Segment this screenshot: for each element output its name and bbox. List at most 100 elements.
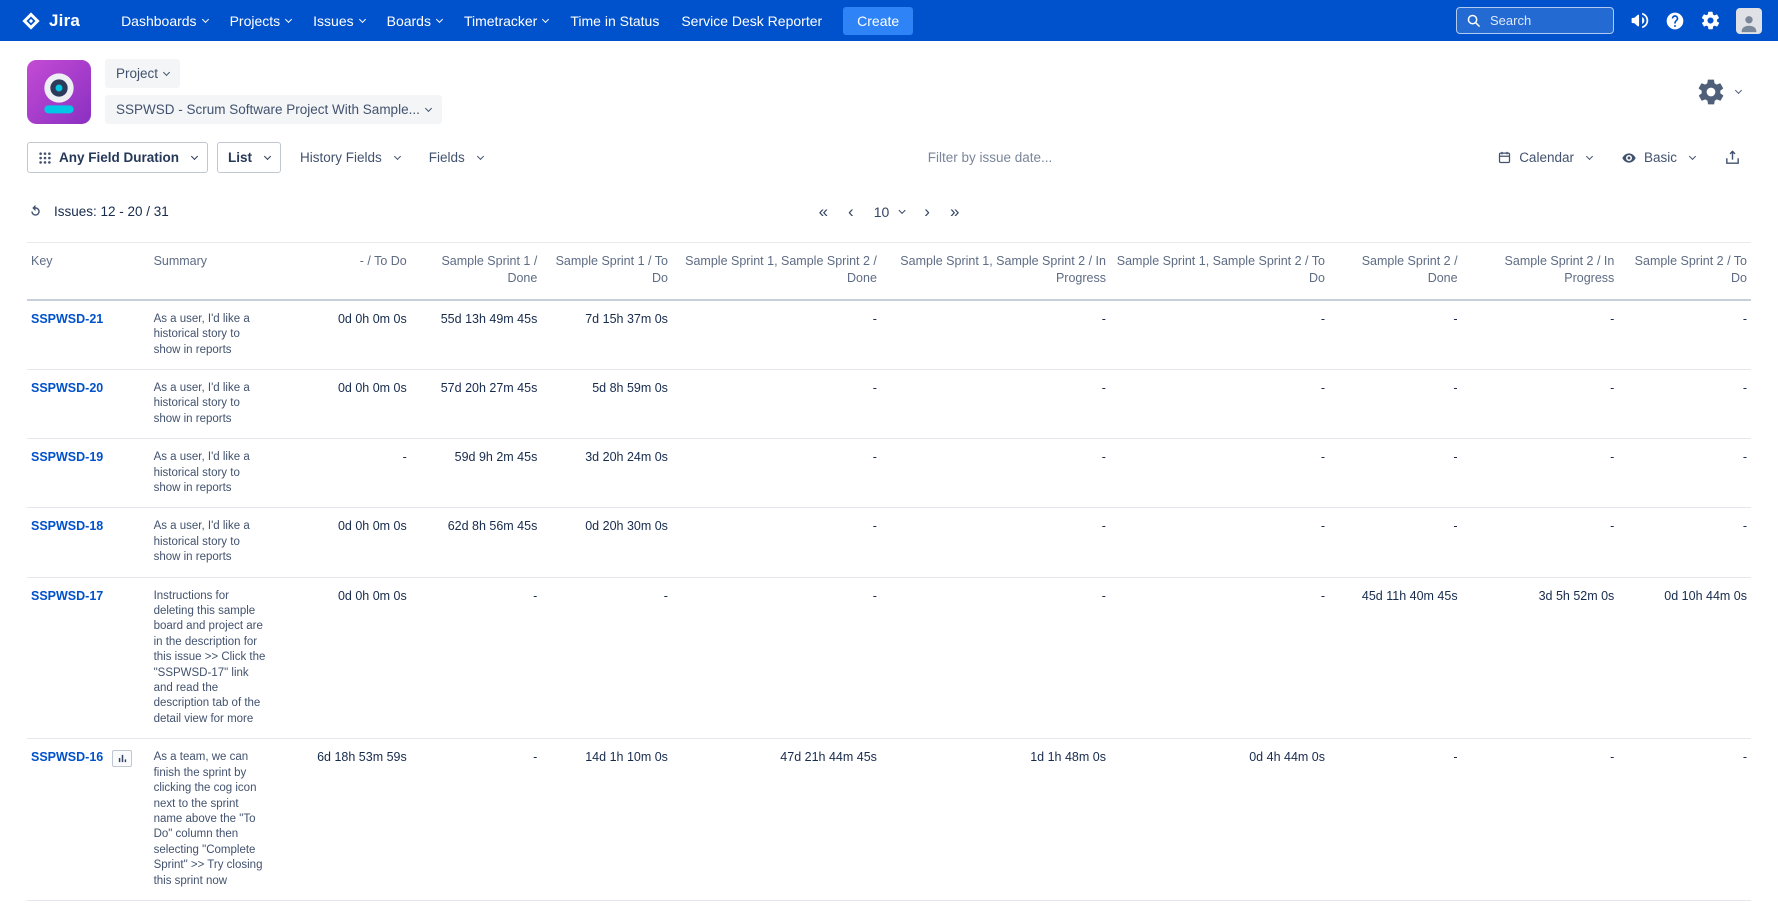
export-button[interactable] — [1714, 142, 1751, 173]
create-button[interactable]: Create — [843, 7, 913, 35]
issue-summary: As a user, I'd like a historical story t… — [150, 300, 287, 370]
nav-item-timetracker[interactable]: Timetracker — [453, 0, 559, 41]
duration-cell: - — [411, 739, 542, 901]
duration-cell: 0d 10h 44m 0s — [1618, 577, 1751, 739]
duration-cell: - — [1110, 369, 1329, 438]
project-header: Project SSPWSD - Scrum Software Project … — [0, 41, 1778, 134]
scope-select[interactable]: Project — [105, 59, 180, 88]
duration-cell: - — [881, 508, 1110, 577]
history-fields-label: History Fields — [300, 150, 382, 165]
filter-by-date-input[interactable] — [502, 149, 1478, 166]
fields-select[interactable]: Fields — [419, 143, 493, 172]
issues-table-wrap: KeySummary- / To DoSample Sprint 1 / Don… — [0, 228, 1778, 901]
column-header[interactable]: Sample Sprint 2 / In Progress — [1462, 243, 1619, 300]
nav-item-time-in-status[interactable]: Time in Status — [559, 0, 670, 41]
column-header[interactable]: - / To Do — [286, 243, 411, 300]
duration-cell: - — [1618, 739, 1751, 901]
duration-cell: - — [672, 300, 881, 370]
duration-cell: 0d 4h 44m 0s — [1110, 739, 1329, 901]
search-input[interactable] — [1488, 12, 1598, 29]
view-select[interactable]: List — [217, 142, 281, 173]
duration-cell: 0d 0h 0m 0s — [286, 300, 411, 370]
global-search[interactable] — [1456, 7, 1614, 34]
column-header[interactable]: Sample Sprint 2 / To Do — [1618, 243, 1751, 300]
duration-cell: - — [1329, 508, 1462, 577]
duration-cell: - — [1110, 577, 1329, 739]
duration-cell: - — [672, 508, 881, 577]
issue-key-link[interactable]: SSPWSD-17 — [31, 589, 103, 603]
jira-logo[interactable]: Jira — [16, 10, 84, 32]
duration-cell: 47d 21h 44m 45s — [672, 739, 881, 901]
issue-key-link[interactable]: SSPWSD-20 — [31, 381, 103, 395]
page-size-select[interactable]: 10 — [874, 205, 905, 219]
duration-cell: - — [1462, 739, 1619, 901]
help-icon[interactable] — [1665, 11, 1685, 31]
duration-cell: 1d 1h 48m 0s — [881, 739, 1110, 901]
duration-cell: 6d 18h 53m 59s — [286, 739, 411, 901]
project-avatar — [27, 60, 91, 124]
column-header[interactable]: Sample Sprint 1, Sample Sprint 2 / In Pr… — [881, 243, 1110, 300]
duration-cell: - — [1462, 300, 1619, 370]
nav-item-label: Service Desk Reporter — [681, 13, 822, 29]
column-header[interactable]: Key — [27, 243, 150, 300]
first-page-button[interactable]: « — [819, 203, 828, 220]
main-nav: Dashboards Projects IssuesBoards Timetracke… — [110, 0, 833, 41]
duration-cell: - — [881, 369, 1110, 438]
duration-cell: - — [1329, 439, 1462, 508]
duration-cell: - — [1462, 508, 1619, 577]
calendar-select[interactable]: Calendar — [1487, 143, 1602, 172]
column-header[interactable]: Sample Sprint 2 / Done — [1329, 243, 1462, 300]
column-header[interactable]: Sample Sprint 1, Sample Sprint 2 / To Do — [1110, 243, 1329, 300]
chevron-down-icon — [285, 15, 292, 22]
issue-key-link[interactable]: SSPWSD-21 — [31, 312, 103, 326]
chevron-down-icon — [163, 68, 170, 75]
nav-item-service-desk-reporter[interactable]: Service Desk Reporter — [670, 0, 833, 41]
fields-label: Fields — [429, 150, 465, 165]
table-header-row: KeySummary- / To DoSample Sprint 1 / Don… — [27, 243, 1751, 300]
page-settings-button[interactable] — [1696, 77, 1751, 107]
refresh-icon[interactable] — [27, 203, 44, 220]
view-select-label: List — [228, 150, 252, 165]
duration-cell: - — [1462, 439, 1619, 508]
nav-item-boards[interactable]: Boards — [376, 0, 453, 41]
issue-key-link[interactable]: SSPWSD-16 — [31, 750, 103, 764]
column-header[interactable]: Sample Sprint 1 / To Do — [541, 243, 672, 300]
duration-cell: - — [1618, 369, 1751, 438]
nav-item-dashboards[interactable]: Dashboards — [110, 0, 219, 41]
pagination: « ‹ 10 › » — [819, 203, 960, 220]
settings-gear-icon[interactable] — [1700, 10, 1721, 31]
table-row: SSPWSD-17Instructions for deleting this … — [27, 577, 1751, 739]
issues-table: KeySummary- / To DoSample Sprint 1 / Don… — [27, 242, 1751, 901]
duration-cell: - — [672, 369, 881, 438]
nav-item-projects[interactable]: Projects — [219, 0, 303, 41]
user-avatar[interactable] — [1736, 8, 1762, 34]
nav-item-issues[interactable]: Issues — [302, 0, 375, 41]
chevron-down-icon — [425, 104, 432, 111]
view-mode-select[interactable]: Basic — [1611, 143, 1705, 173]
next-page-button[interactable]: › — [924, 203, 930, 220]
prev-page-button[interactable]: ‹ — [848, 203, 854, 220]
calendar-icon — [1497, 150, 1512, 165]
announcement-icon[interactable] — [1629, 10, 1650, 31]
column-header[interactable]: Sample Sprint 1 / Done — [411, 243, 542, 300]
nav-item-label: Timetracker — [464, 13, 537, 29]
last-page-button[interactable]: » — [950, 203, 959, 220]
duration-cell: 3d 20h 24m 0s — [541, 439, 672, 508]
duration-cell: 0d 20h 30m 0s — [541, 508, 672, 577]
history-fields-select[interactable]: History Fields — [290, 143, 410, 172]
scope-select-label: Project — [116, 66, 158, 81]
issue-key-link[interactable]: SSPWSD-18 — [31, 519, 103, 533]
column-header[interactable]: Sample Sprint 1, Sample Sprint 2 / Done — [672, 243, 881, 300]
duration-cell: 14d 1h 10m 0s — [541, 739, 672, 901]
field-duration-select[interactable]: Any Field Duration — [27, 142, 208, 173]
column-header[interactable]: Summary — [150, 243, 287, 300]
table-row: SSPWSD-16As a team, we can finish the sp… — [27, 739, 1751, 901]
nav-item-label: Time in Status — [570, 13, 659, 29]
chart-icon[interactable] — [112, 750, 132, 767]
nav-item-label: Projects — [230, 13, 281, 29]
project-select[interactable]: SSPWSD - Scrum Software Project With Sam… — [105, 95, 442, 124]
key-cell: SSPWSD-19 — [27, 439, 150, 508]
page-settings-gear-icon — [1696, 77, 1726, 107]
duration-cell: 62d 8h 56m 45s — [411, 508, 542, 577]
issue-key-link[interactable]: SSPWSD-19 — [31, 450, 103, 464]
